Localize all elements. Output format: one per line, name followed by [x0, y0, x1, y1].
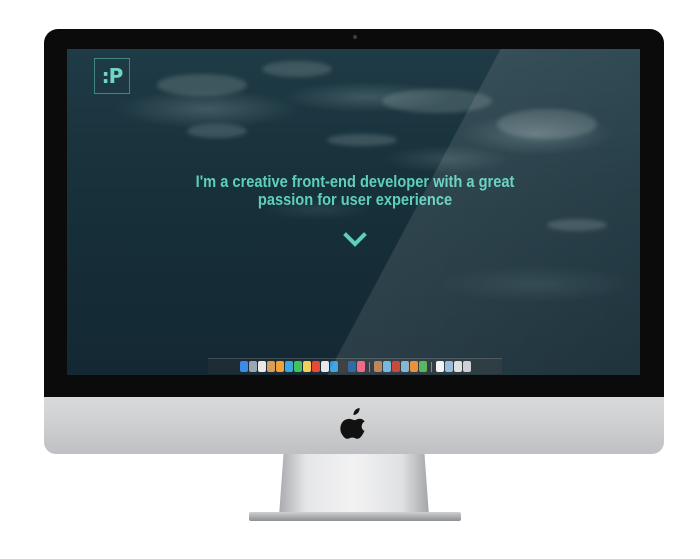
tool-icon[interactable] [373, 361, 382, 372]
contacts-icon[interactable] [266, 361, 275, 372]
chevron-down-icon[interactable] [343, 232, 367, 248]
terminal-icon[interactable] [338, 361, 347, 372]
site-logo[interactable]: :P [94, 58, 130, 94]
dock-separator [368, 361, 370, 372]
imac-stand-foot [249, 512, 461, 521]
chrome-2-icon[interactable] [418, 361, 427, 372]
cloud [497, 109, 597, 139]
screen-glare [67, 49, 640, 375]
screen: :P I'm a creative front-end developer wi… [67, 49, 640, 375]
hero-headline: I'm a creative front-end developer with … [195, 172, 515, 209]
cloud [157, 74, 247, 96]
document-icon[interactable] [320, 361, 329, 372]
messages-icon[interactable] [293, 361, 302, 372]
notes-icon[interactable] [302, 361, 311, 372]
iphoto-icon[interactable] [400, 361, 409, 372]
preview-icon[interactable] [382, 361, 391, 372]
file-icon[interactable] [435, 361, 444, 372]
launchpad-icon[interactable] [248, 361, 257, 372]
app-store-icon[interactable] [329, 361, 338, 372]
cloud [187, 124, 247, 138]
apple-logo-icon [340, 408, 365, 439]
file-2-icon[interactable] [453, 361, 462, 372]
photo-booth-icon[interactable] [391, 361, 400, 372]
chrome-icon[interactable] [311, 361, 320, 372]
folder-icon[interactable] [444, 361, 453, 372]
photos-icon[interactable] [275, 361, 284, 372]
imac-stand [279, 454, 429, 516]
safari-icon[interactable] [284, 361, 293, 372]
dock [208, 358, 502, 374]
cloud [547, 219, 607, 231]
calendar-icon[interactable] [257, 361, 266, 372]
dock-separator [430, 361, 432, 372]
trash-icon[interactable] [462, 361, 471, 372]
cloud [327, 134, 397, 146]
music-icon[interactable] [356, 361, 365, 372]
photoshop-icon[interactable] [347, 361, 356, 372]
firefox-icon[interactable] [409, 361, 418, 372]
finder-icon[interactable] [239, 361, 248, 372]
cloud [382, 89, 492, 113]
cloud [262, 61, 332, 77]
camera [353, 35, 357, 39]
site-logo-text: :P [101, 64, 124, 88]
